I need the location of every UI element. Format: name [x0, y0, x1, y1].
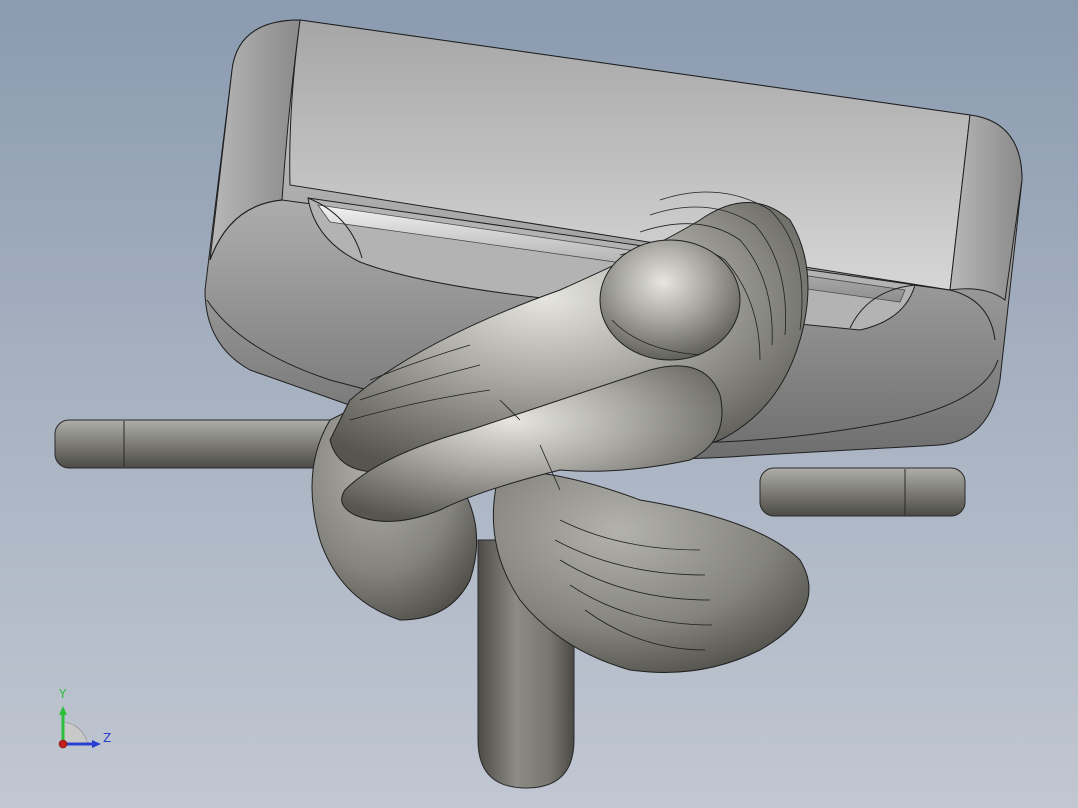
cad-model[interactable] — [0, 0, 1078, 808]
right-rod[interactable] — [759, 467, 966, 517]
left-rod[interactable] — [54, 419, 346, 469]
graphics-viewport[interactable]: Y Z — [0, 0, 1078, 808]
triad-y-label: Y — [59, 687, 67, 701]
coordinate-triad: Y Z — [48, 684, 128, 764]
triad-z-label: Z — [103, 731, 112, 745]
